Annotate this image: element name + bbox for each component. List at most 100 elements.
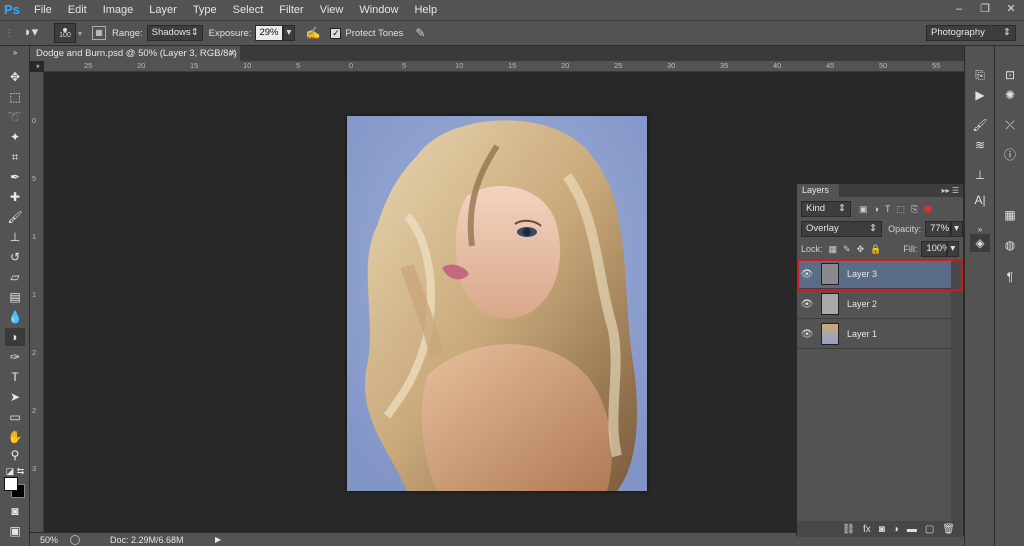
menu-view[interactable]: View — [312, 0, 352, 20]
filter-type-icon[interactable]: T — [885, 204, 891, 214]
hand-tool-icon[interactable]: ✋ — [5, 428, 25, 446]
layer-row-layer-2[interactable]: 👁 Layer 2 — [797, 290, 951, 319]
magic-wand-tool-icon[interactable]: ✦ — [5, 128, 25, 146]
type-tool-icon[interactable]: T — [5, 368, 25, 386]
navigator-panel-icon[interactable]: ⊡ — [1000, 66, 1020, 84]
eraser-tool-icon[interactable]: ▱ — [5, 268, 25, 286]
actions-panel-icon[interactable]: ▶ — [970, 86, 990, 104]
rectangle-tool-icon[interactable]: ▭ — [5, 408, 25, 426]
protect-tones-checkbox[interactable]: ✓ — [330, 27, 342, 39]
healing-brush-tool-icon[interactable]: ✚ — [5, 188, 25, 206]
lock-position-icon[interactable]: ✥ — [857, 244, 865, 255]
adjustment-layer-icon[interactable]: ◑ — [893, 524, 899, 535]
eye-icon[interactable]: 👁 — [797, 299, 817, 310]
lock-transparent-icon[interactable]: ▦ — [829, 244, 838, 255]
screen-mode-icon[interactable]: ▣ — [5, 522, 25, 540]
document-image[interactable] — [347, 116, 647, 491]
filter-pixel-icon[interactable]: ▣ — [859, 204, 868, 215]
lock-image-icon[interactable]: ✎ — [843, 244, 851, 255]
brush-tool-icon[interactable]: 🖌 — [5, 208, 25, 226]
exposure-slider-button[interactable]: ▾ — [283, 25, 296, 41]
brush-preset-picker[interactable]: 100 — [54, 23, 76, 43]
path-selection-tool-icon[interactable]: ➤ — [5, 388, 25, 406]
zoom-level[interactable]: 50% — [30, 535, 60, 545]
layers-panel-icon[interactable]: ◈ — [970, 234, 990, 252]
menu-edit[interactable]: Edit — [60, 0, 95, 20]
eye-icon[interactable]: 👁 — [797, 329, 817, 340]
status-menu-arrow-icon[interactable]: ▶ — [215, 535, 221, 544]
lasso-tool-icon[interactable]: ➰ — [5, 108, 25, 126]
quick-mask-icon[interactable]: ◙ — [5, 502, 25, 520]
character-panel-icon[interactable]: A| — [970, 191, 990, 209]
delete-layer-icon[interactable]: 🗑 — [942, 524, 955, 535]
history-panel-icon[interactable]: ⎘ — [970, 66, 990, 84]
swatches-panel-icon[interactable]: ▦ — [1000, 206, 1020, 224]
blend-mode-select[interactable]: Overlay ⇕ — [801, 221, 883, 237]
filter-shape-icon[interactable]: ⬚ — [896, 204, 905, 215]
channels-panel-icon[interactable]: ◍ — [1000, 236, 1020, 254]
filter-adjustment-icon[interactable]: ◑ — [874, 204, 879, 214]
minimize-button[interactable]: – — [946, 0, 972, 18]
gradient-tool-icon[interactable]: ▤ — [5, 288, 25, 306]
layer-name[interactable]: Layer 2 — [847, 299, 877, 309]
brush-presets-icon[interactable]: ≋ — [970, 136, 990, 154]
close-button[interactable]: ✕ — [998, 0, 1024, 18]
move-tool-icon[interactable]: ✥ — [5, 68, 25, 86]
layers-tab[interactable]: Layers — [797, 184, 839, 197]
exposure-input[interactable]: 29% — [255, 25, 284, 41]
layer-thumbnail — [821, 293, 839, 315]
eyedropper-tool-icon[interactable]: ✒ — [5, 168, 25, 186]
add-mask-icon[interactable]: ◙ — [879, 524, 885, 535]
new-layer-icon[interactable]: ▢ — [925, 524, 934, 535]
burn-tool-preset-icon[interactable]: ◗▾ — [18, 24, 44, 42]
paths-panel-icon[interactable]: ⤫ — [1000, 116, 1020, 134]
history-brush-tool-icon[interactable]: ↺ — [5, 248, 25, 266]
panel-menu-icon[interactable]: ▸▸ ☰ — [942, 184, 959, 197]
layer-name[interactable]: Layer 1 — [847, 329, 877, 339]
menu-image[interactable]: Image — [95, 0, 142, 20]
document-tab[interactable]: Dodge and Burn.psd @ 50% (Layer 3, RGB/8… — [30, 46, 240, 74]
brush-panel-icon[interactable]: 🖌 — [970, 116, 990, 134]
pressure-size-icon[interactable]: ✎ — [415, 26, 425, 40]
collapse-icon[interactable]: » — [5, 48, 25, 58]
menu-layer[interactable]: Layer — [141, 0, 185, 20]
brush-panel-icon[interactable]: ▦ — [92, 26, 107, 40]
info-panel-icon[interactable]: ⓘ — [1000, 146, 1020, 164]
menu-select[interactable]: Select — [225, 0, 272, 20]
filter-smart-object-icon[interactable]: ⎘ — [911, 204, 918, 215]
fill-input[interactable]: 100% — [921, 241, 951, 257]
marquee-tool-icon[interactable]: ⬚ — [5, 88, 25, 106]
foreground-color-swatch[interactable] — [4, 477, 18, 491]
opacity-slider-button[interactable]: ▾ — [951, 221, 963, 237]
workspace-select[interactable]: Photography ⇕ — [926, 25, 1016, 41]
layer-row-layer-1[interactable]: 👁 Layer 1 — [797, 320, 951, 349]
layers-scrollbar[interactable] — [951, 259, 963, 521]
properties-panel-icon[interactable]: ✺ — [1000, 86, 1020, 104]
menu-help[interactable]: Help — [406, 0, 445, 20]
layer-style-icon[interactable]: fx — [863, 524, 871, 535]
menu-window[interactable]: Window — [351, 0, 406, 20]
opacity-input[interactable]: 77% — [925, 221, 952, 237]
clone-source-icon[interactable]: ⊥ — [970, 166, 990, 184]
clone-stamp-tool-icon[interactable]: ⊥ — [5, 228, 25, 246]
lock-all-icon[interactable]: 🔒 — [870, 244, 881, 255]
share-icon[interactable] — [70, 534, 80, 545]
close-icon[interactable]: ✕ — [228, 46, 236, 61]
filter-toggle-icon[interactable] — [924, 205, 933, 213]
fill-slider-button[interactable]: ▾ — [947, 241, 960, 257]
blur-tool-icon[interactable]: 💧 — [5, 308, 25, 326]
burn-tool-icon[interactable]: ◗ — [5, 328, 25, 346]
menu-file[interactable]: File — [26, 0, 60, 20]
menu-filter[interactable]: Filter — [271, 0, 311, 20]
pen-tool-icon[interactable]: ✑ — [5, 348, 25, 366]
crop-tool-icon[interactable]: ⌗ — [5, 148, 25, 166]
range-select[interactable]: Shadows ⇕ — [146, 25, 203, 41]
layer-filter-kind[interactable]: Kind ⇕ — [801, 201, 851, 217]
new-group-icon[interactable]: ▬ — [907, 524, 917, 535]
link-layers-icon[interactable]: ⛓ — [842, 524, 855, 535]
restore-button[interactable]: ❐ — [972, 0, 998, 18]
menu-type[interactable]: Type — [185, 0, 225, 20]
airbrush-icon[interactable]: ✍ — [305, 26, 320, 40]
paragraph-panel-icon[interactable]: ¶ — [1000, 268, 1020, 286]
chevron-down-icon[interactable]: ▾ — [78, 29, 82, 38]
